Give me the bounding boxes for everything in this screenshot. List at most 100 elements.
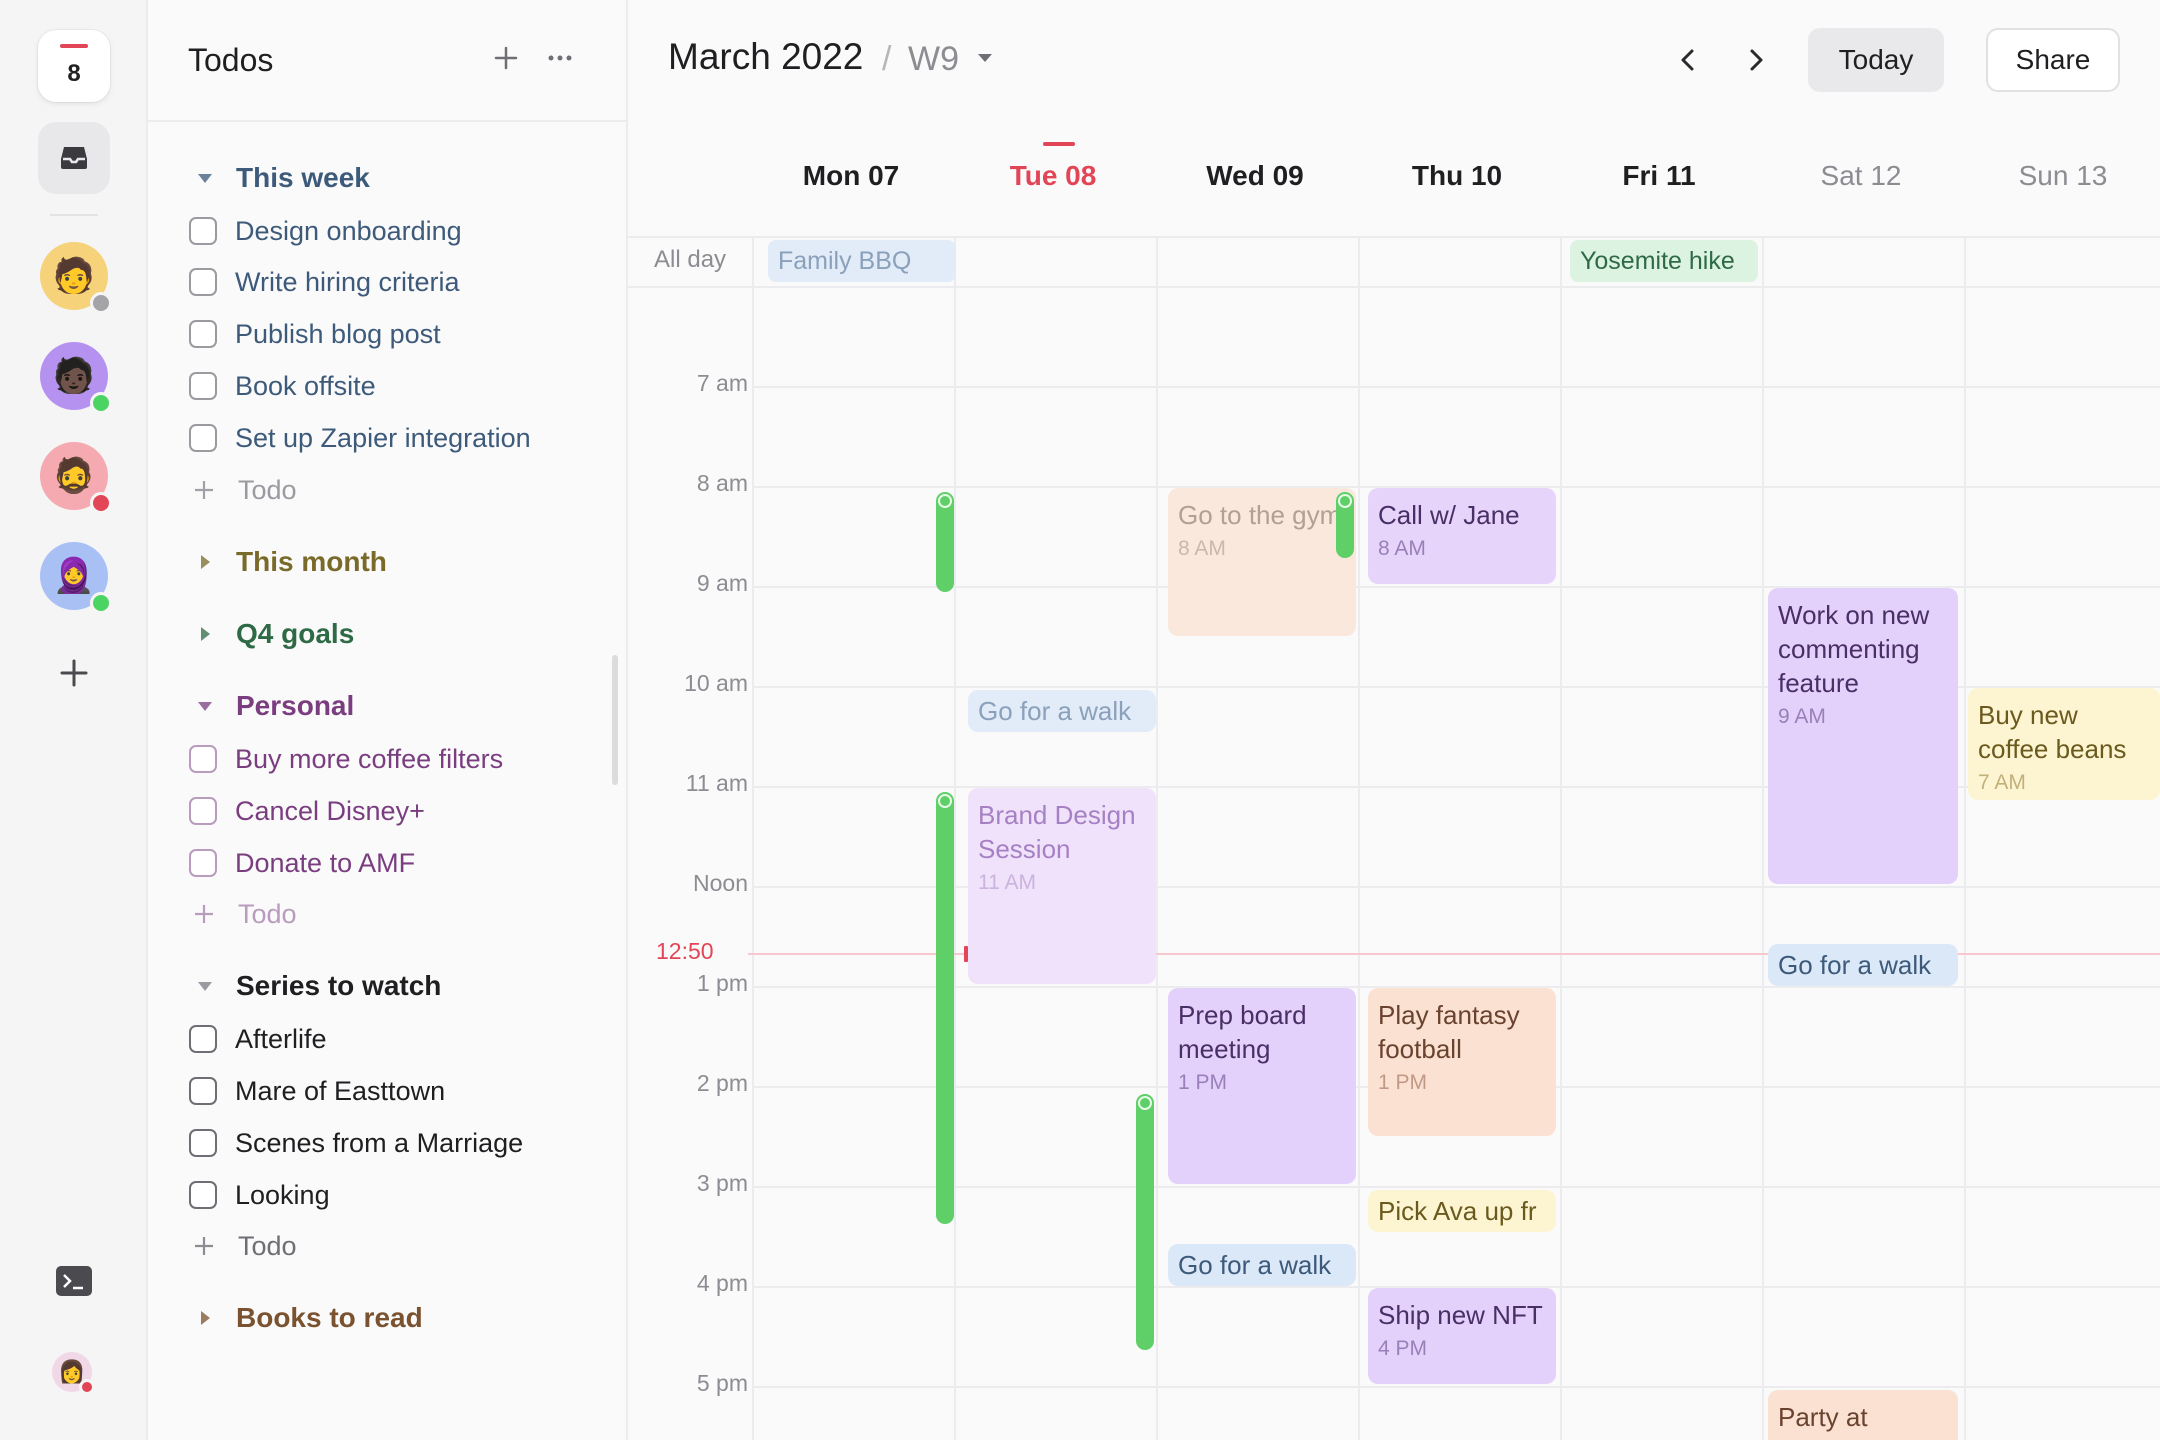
todo-item[interactable]: Donate to AMF xyxy=(189,843,415,883)
add-todo-button[interactable]: Todo xyxy=(192,1226,297,1266)
calendar-view: March 2022 / W9 Today Share Mon 07 Tue 08… xyxy=(628,0,2160,1440)
todo-item[interactable]: Afterlife xyxy=(189,1019,327,1059)
my-avatar[interactable]: 👩 xyxy=(52,1352,95,1395)
plus-icon xyxy=(192,478,216,502)
app-rail: 8 🧑 🧑🏿 🧔 🧕 👩 xyxy=(0,0,148,1440)
todo-checkbox[interactable] xyxy=(189,1025,217,1053)
day-header[interactable]: Wed 09 xyxy=(1155,160,1355,192)
more-options-button[interactable] xyxy=(542,40,578,76)
todo-item[interactable]: Publish blog post xyxy=(189,314,441,354)
event-party[interactable]: Party at xyxy=(1768,1390,1958,1440)
section-personal[interactable]: Personal xyxy=(192,686,354,726)
activity-handle[interactable] xyxy=(938,494,952,508)
hour-label: 10 am xyxy=(684,670,748,696)
event-go-for-a-walk[interactable]: Go for a walk xyxy=(1168,1244,1356,1286)
todo-label: Book offsite xyxy=(235,370,376,401)
day-header[interactable]: Thu 10 xyxy=(1357,160,1557,192)
todo-item[interactable]: Design onboarding xyxy=(189,211,462,251)
section-label: Series to watch xyxy=(236,970,442,1001)
add-todo-button[interactable]: Todo xyxy=(192,894,297,934)
allday-event[interactable]: Family BBQ xyxy=(768,240,956,282)
event-title: Brand Design Session xyxy=(978,800,1136,864)
event-play-fantasy-football[interactable]: Play fantasy football 1 PM xyxy=(1368,988,1556,1136)
section-label: Q4 goals xyxy=(236,618,355,649)
todo-item[interactable]: Mare of Easttown xyxy=(189,1071,445,1111)
next-week-button[interactable] xyxy=(1736,40,1776,80)
sidebar-scrollbar[interactable] xyxy=(612,655,618,785)
date-icon-number: 8 xyxy=(67,60,81,87)
todo-checkbox[interactable] xyxy=(189,797,217,825)
calendar-date-icon[interactable]: 8 xyxy=(38,30,110,102)
event-go-to-the-gym[interactable]: Go to the gym 8 AM xyxy=(1168,488,1356,636)
activity-track[interactable] xyxy=(936,792,954,1224)
todo-item[interactable]: Set up Zapier integration xyxy=(189,418,531,458)
event-buy-coffee-beans[interactable]: Buy new coffee beans 7 AM xyxy=(1968,688,2160,800)
todo-item[interactable]: Looking xyxy=(189,1175,330,1215)
todo-checkbox[interactable] xyxy=(189,268,217,296)
day-header[interactable]: Fri 11 xyxy=(1559,160,1759,192)
add-person-button[interactable] xyxy=(54,655,94,695)
todo-checkbox[interactable] xyxy=(189,1181,217,1209)
terminal-icon[interactable] xyxy=(56,1266,92,1296)
activity-handle[interactable] xyxy=(1138,1096,1152,1110)
todo-label: Publish blog post xyxy=(235,318,441,349)
activity-track[interactable] xyxy=(936,492,954,592)
hour-gridline xyxy=(752,1186,2160,1188)
event-title: Party at xyxy=(1778,1402,1868,1432)
activity-track[interactable] xyxy=(1136,1094,1154,1350)
activity-handle[interactable] xyxy=(938,794,952,808)
day-header[interactable]: Sat 12 xyxy=(1761,160,1961,192)
event-brand-design-session[interactable]: Brand Design Session 11 AM xyxy=(968,788,1156,984)
add-todo-button[interactable]: Todo xyxy=(192,470,297,510)
today-button[interactable]: Today xyxy=(1808,28,1944,92)
inbox-button[interactable] xyxy=(38,122,110,194)
activity-handle[interactable] xyxy=(1338,494,1352,508)
week-selector[interactable]: W9 xyxy=(908,40,959,79)
todo-item[interactable]: Write hiring criteria xyxy=(189,262,460,302)
event-ship-new-nft[interactable]: Ship new NFT 4 PM xyxy=(1368,1288,1556,1384)
todo-checkbox[interactable] xyxy=(189,372,217,400)
todo-item[interactable]: Book offsite xyxy=(189,366,376,406)
section-this-week[interactable]: This week xyxy=(192,158,370,198)
todo-checkbox[interactable] xyxy=(189,745,217,773)
section-this-month[interactable]: This month xyxy=(192,542,387,582)
avatar-face: 🧔 xyxy=(52,457,96,495)
event-pick-ava-up[interactable]: Pick Ava up fr xyxy=(1368,1190,1556,1232)
todo-item[interactable]: Scenes from a Marriage xyxy=(189,1123,523,1163)
chevron-down-icon[interactable] xyxy=(974,50,996,66)
section-q4-goals[interactable]: Q4 goals xyxy=(192,614,354,654)
title-separator: / xyxy=(882,40,892,78)
todo-item[interactable]: Cancel Disney+ xyxy=(189,791,425,831)
event-commenting-feature[interactable]: Work on new commenting feature 9 AM xyxy=(1768,588,1958,884)
todo-item[interactable]: Buy more coffee filters xyxy=(189,739,503,779)
event-call-w-jane[interactable]: Call w/ Jane 8 AM xyxy=(1368,488,1556,584)
todo-checkbox[interactable] xyxy=(189,1129,217,1157)
month-title: March 2022 xyxy=(668,36,864,77)
event-prep-board-meeting[interactable]: Prep board meeting 1 PM xyxy=(1168,988,1356,1184)
todo-checkbox[interactable] xyxy=(189,217,217,245)
hour-label: 11 am xyxy=(685,770,748,796)
avatar-user-3[interactable]: 🧔 xyxy=(40,442,112,514)
allday-event[interactable]: Yosemite hike xyxy=(1570,240,1758,282)
day-header[interactable]: Sun 13 xyxy=(1963,160,2160,192)
todo-label: Design onboarding xyxy=(235,215,462,246)
avatar-user-2[interactable]: 🧑🏿 xyxy=(40,342,112,414)
day-header[interactable]: Tue 08 xyxy=(953,160,1153,192)
todo-checkbox[interactable] xyxy=(189,320,217,348)
todo-checkbox[interactable] xyxy=(189,1077,217,1105)
day-column-divider xyxy=(954,236,956,1440)
todo-checkbox[interactable] xyxy=(189,849,217,877)
todo-checkbox[interactable] xyxy=(189,424,217,452)
add-list-button[interactable] xyxy=(488,40,524,76)
activity-track[interactable] xyxy=(1336,492,1354,558)
event-go-for-a-walk[interactable]: Go for a walk xyxy=(968,690,1156,732)
day-header[interactable]: Mon 07 xyxy=(751,160,951,192)
event-title: Pick Ava up fr xyxy=(1378,1196,1537,1226)
avatar-user-4[interactable]: 🧕 xyxy=(40,542,112,614)
share-button[interactable]: Share xyxy=(1986,28,2120,92)
section-books-to-read[interactable]: Books to read xyxy=(192,1298,423,1338)
avatar-user-1[interactable]: 🧑 xyxy=(40,242,112,314)
previous-week-button[interactable] xyxy=(1668,40,1708,80)
event-go-for-a-walk[interactable]: Go for a walk xyxy=(1768,944,1958,986)
section-series-to-watch[interactable]: Series to watch xyxy=(192,966,441,1006)
